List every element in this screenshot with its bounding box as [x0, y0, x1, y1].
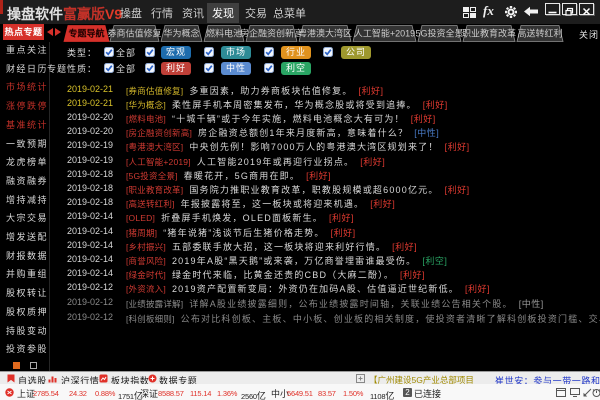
- svg-text:券商估值修复: 券商估值修复: [107, 28, 161, 39]
- svg-text:华为概念: 华为概念: [163, 28, 199, 39]
- svg-text:人工智能+2019: 人工智能+2019: [354, 28, 415, 39]
- svg-text:高送转红利: 高送转红利: [517, 28, 562, 39]
- svg-text:5G投资全景: 5G投资全景: [415, 28, 463, 39]
- svg-text:职业教育改革: 职业教育改革: [462, 28, 516, 39]
- svg-text:房企融资创新高: 房企融资创新高: [240, 28, 303, 39]
- svg-text:专题导航: 专题导航: [68, 28, 104, 39]
- svg-text:粤港澳大湾区: 粤港澳大湾区: [298, 28, 352, 39]
- svg-text:燃料电池: 燃料电池: [206, 28, 242, 39]
